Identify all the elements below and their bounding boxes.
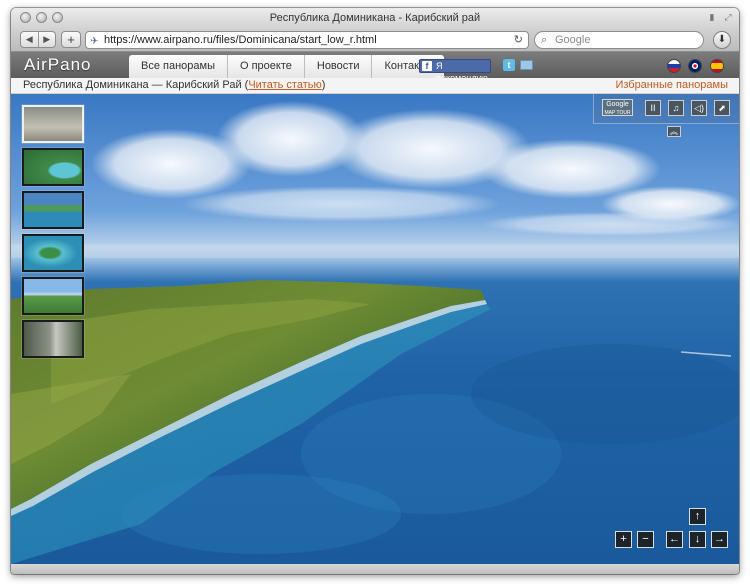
main-nav: Все панорамы О проекте Новости Контакты [129, 55, 444, 78]
pan-down-button[interactable]: ↓ [689, 531, 706, 548]
search-placeholder: Google [555, 34, 591, 46]
page-subtitle-bar: Республика Доминикана — Карибский Рай (Ч… [11, 78, 739, 94]
thumbnail-3[interactable] [22, 191, 84, 229]
minimize-window-button[interactable] [36, 12, 47, 23]
read-article-link[interactable]: Читать статью [248, 79, 321, 91]
page-title-suffix: ) [321, 79, 326, 91]
nav-all-panoramas[interactable]: Все панорамы [129, 55, 228, 78]
zoom-out-button[interactable]: − [637, 531, 654, 548]
thumbnail-5[interactable] [22, 277, 84, 315]
page-title-text: Республика Доминикана — Карибский Рай ( [23, 79, 249, 91]
status-bar [11, 564, 739, 574]
pan-up-button[interactable]: ↑ [689, 508, 706, 525]
flag-en-icon[interactable] [688, 59, 702, 73]
mail-icon[interactable] [520, 60, 533, 70]
back-arrow-icon[interactable]: ◀ [21, 32, 38, 47]
nav-news[interactable]: Новости [305, 55, 373, 78]
downloads-icon[interactable]: ⬇ [713, 31, 731, 49]
url-text: https://www.airpano.ru/files/Dominicana/… [104, 34, 377, 46]
thumbnail-1[interactable] [22, 105, 84, 143]
sound-icon[interactable]: ◁) [691, 100, 707, 116]
fullscreen-panorama-icon[interactable]: ⬈ [714, 100, 730, 116]
map-tour-label: MAP TOUR [604, 110, 631, 116]
search-input[interactable]: ⌕ Google [534, 31, 704, 49]
reload-icon[interactable]: ↻ [514, 32, 523, 48]
address-bar[interactable]: ✈ https://www.airpano.ru/files/Dominican… [85, 31, 529, 49]
window-title: Республика Доминикана - Карибский рай [269, 12, 481, 24]
thumbnail-2[interactable] [22, 148, 84, 186]
facebook-icon: f [422, 61, 432, 71]
browser-toolbar: ◀ ▶ + ✈ https://www.airpano.ru/files/Dom… [11, 28, 739, 52]
fullscreen-icon[interactable]: ⤢ [723, 12, 733, 22]
pan-right-button[interactable]: → [711, 531, 728, 548]
thumbnail-6[interactable] [22, 320, 84, 358]
zoom-in-button[interactable]: + [615, 531, 632, 548]
forward-arrow-icon[interactable]: ▶ [37, 32, 56, 47]
zoom-window-button[interactable] [52, 12, 63, 23]
nav-about[interactable]: О проекте [228, 55, 305, 78]
google-map-label: Google [606, 101, 629, 108]
panorama-viewer[interactable]: Google MAP TOUR II ♫ ◁) ⬈ ︽ ↑ + − ← ↓ → [11, 94, 739, 564]
viewer-control-panel: Google MAP TOUR II ♫ ◁) ⬈ [593, 94, 739, 124]
flag-es-icon[interactable] [710, 59, 724, 73]
thumbnail-list [22, 105, 86, 363]
back-forward-group: ◀ ▶ [20, 31, 56, 48]
page-title: Республика Доминикана — Карибский Рай (Ч… [23, 78, 325, 93]
lock-icon: ▮ [709, 12, 715, 22]
pan-left-button[interactable]: ← [666, 531, 683, 548]
add-tab-button[interactable]: + [61, 31, 81, 48]
site-icon: ✈ [90, 36, 99, 47]
flag-ru-icon[interactable] [667, 59, 681, 73]
collapse-panel-icon[interactable]: ︽ [667, 126, 681, 137]
music-icon[interactable]: ♫ [668, 100, 684, 116]
thumbnail-4[interactable] [22, 234, 84, 272]
favorite-panoramas-link[interactable]: Избранные панорамы [615, 78, 728, 93]
facebook-recommend-button[interactable]: f Я рекомендую [419, 59, 491, 83]
panorama-image [11, 101, 739, 564]
twitter-icon[interactable]: t [503, 59, 515, 71]
pause-button[interactable]: II [645, 100, 661, 116]
close-window-button[interactable] [20, 12, 31, 23]
site-header: AirPano Все панорамы О проекте Новости К… [11, 52, 739, 83]
google-map-tour-button[interactable]: Google MAP TOUR [602, 99, 633, 116]
site-logo[interactable]: AirPano [24, 55, 91, 75]
title-bar: Республика Доминикана - Карибский рай ▮ … [11, 8, 739, 28]
browser-window: Республика Доминикана - Карибский рай ▮ … [11, 8, 739, 574]
search-icon: ⌕ [541, 34, 548, 46]
